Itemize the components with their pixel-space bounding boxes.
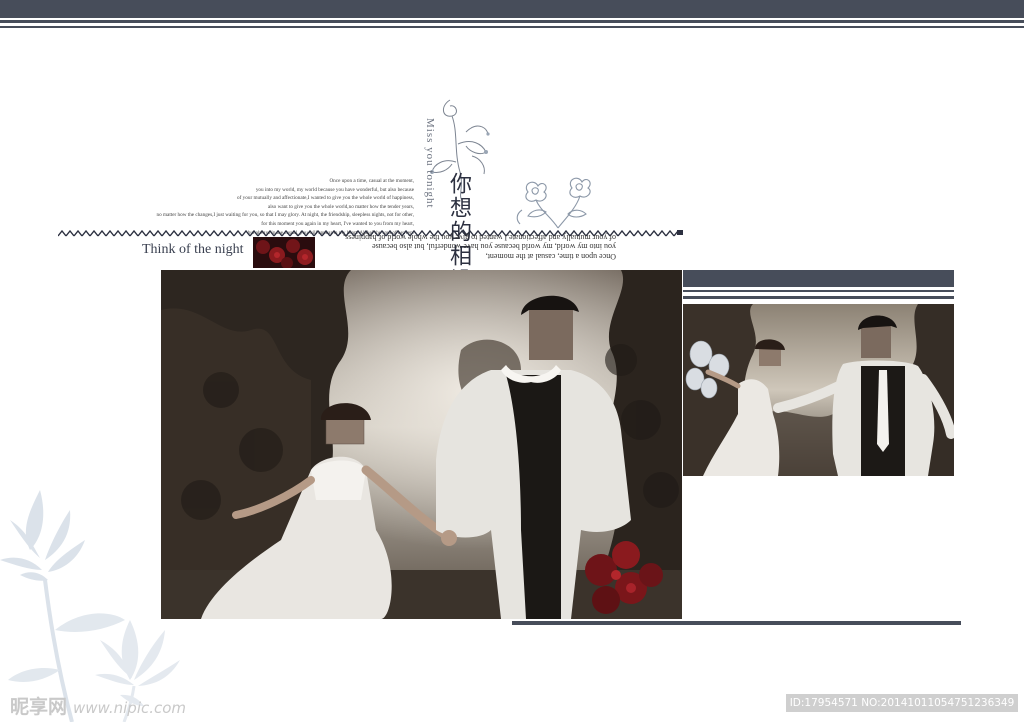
couple-with-balloons-photo (683, 304, 954, 476)
watermark-cn: 昵享网 (10, 696, 68, 718)
divider-cap (677, 230, 683, 235)
story-line: for this moment you again in my heart, I… (261, 220, 414, 227)
red-roses-photo (253, 237, 315, 268)
story-line: of your mutually and affectionate,I want… (237, 195, 414, 202)
watermark-url: www.nipic.com (73, 699, 187, 717)
mirrored-line: of your mutually and affectionate,I want… (343, 232, 616, 242)
rose-sketch-icon (516, 177, 591, 229)
header-rule (0, 26, 1024, 28)
header-rule (0, 20, 1024, 23)
story-line: also want to give you the whole world,no… (267, 203, 414, 210)
side-rule (683, 290, 954, 292)
story-line: you into my world, my world because you … (255, 186, 414, 193)
story-paragraph: Once upon a time, casual at the moment, … (130, 177, 415, 237)
mirrored-line: Once upon a time, casual at the moment, (485, 251, 616, 261)
side-header-band (683, 270, 954, 287)
story-line: Once upon a time, casual at the moment, (329, 178, 414, 184)
mirrored-paragraph: Once upon a time, casual at the moment, … (316, 232, 616, 261)
english-vertical-title: Miss you tonight (424, 118, 436, 209)
lotus-flower-icon (0, 490, 180, 722)
watermark-id: ID:17954571 NO:20141011054751236349 (786, 694, 1018, 712)
watermark-logo: 昵享网 www.nipic.com (10, 692, 186, 719)
side-rule (683, 296, 954, 299)
bottom-divider (512, 621, 961, 625)
mirrored-line: you into my world, my world because you … (372, 242, 616, 252)
tagline: Think of the night (142, 242, 244, 257)
story-line: no matter how the changes,I just waiting… (156, 212, 415, 219)
couple-holding-hands-photo (161, 270, 682, 619)
header-bar (0, 0, 1024, 18)
